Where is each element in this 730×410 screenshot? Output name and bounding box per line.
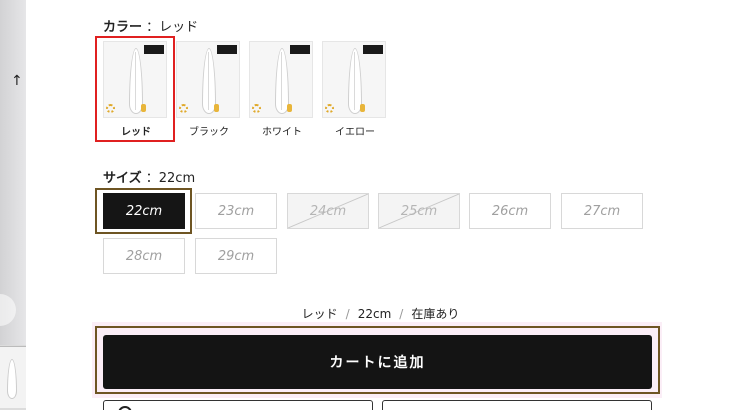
board-stringer xyxy=(354,52,355,110)
brand-logo xyxy=(217,45,237,54)
board-stringer xyxy=(208,52,209,110)
swatch-label: イエロー xyxy=(335,127,375,138)
color-swatch-yellow[interactable]: イエロー xyxy=(322,41,388,138)
color-label: カラー xyxy=(103,20,143,35)
board-stringer xyxy=(281,52,282,110)
fin-accent xyxy=(287,104,292,112)
secondary-action-button[interactable] xyxy=(103,400,373,410)
swatch-image xyxy=(322,41,386,118)
sun-logo-icon xyxy=(252,104,261,113)
color-selected-value: ：レッド xyxy=(146,20,199,35)
brand-logo xyxy=(290,45,310,54)
swatch-image xyxy=(103,41,167,118)
gallery-prev-arrow-icon[interactable]: ↑ xyxy=(11,74,23,88)
product-image-gallery[interactable]: ↑ xyxy=(0,0,26,410)
size-option-label: 25cm xyxy=(400,203,438,219)
summary-color: レッド xyxy=(301,307,338,321)
summary-size: 22cm xyxy=(357,307,392,321)
fin-accent xyxy=(360,104,365,112)
size-option-label: 26cm xyxy=(491,203,529,219)
selection-summary: レッド / 22cm / 在庫あり xyxy=(103,305,658,322)
color-swatch-black[interactable]: ブラック xyxy=(176,41,242,138)
sun-logo-icon xyxy=(325,104,334,113)
size-section-label: サイズ ：22cm xyxy=(103,167,195,186)
fin-accent xyxy=(214,104,219,112)
add-to-cart-label: カートに追加 xyxy=(329,355,426,371)
size-selected-value: ：22cm xyxy=(145,171,196,186)
color-section-label: カラー ：レッド xyxy=(103,16,198,35)
size-option-label: 24cm xyxy=(309,203,347,219)
swatch-image xyxy=(249,41,313,118)
size-option-label: 22cm xyxy=(125,203,163,219)
main-product-image xyxy=(0,0,26,345)
add-to-cart-button[interactable]: カートに追加 xyxy=(103,335,652,389)
secondary-action-button-2[interactable] xyxy=(382,400,652,410)
sun-logo-icon xyxy=(106,104,115,113)
board-stringer xyxy=(135,52,136,110)
swatch-image xyxy=(176,41,240,118)
surfboard-thumbnail-image xyxy=(7,359,17,399)
gallery-thumbnail[interactable] xyxy=(0,346,26,408)
size-option-label: 29cm xyxy=(217,248,255,264)
size-option-label: 28cm xyxy=(125,248,163,264)
circle-icon xyxy=(118,406,132,410)
size-option-label: 27cm xyxy=(583,203,621,219)
fin-accent xyxy=(141,104,146,112)
size-option-27cm[interactable]: 27cm xyxy=(561,193,643,229)
brand-logo xyxy=(144,45,164,54)
summary-stock-status: 在庫あり xyxy=(411,307,460,321)
sun-logo-icon xyxy=(179,104,188,113)
size-option-29cm[interactable]: 29cm xyxy=(195,238,277,274)
color-swatch-red[interactable]: レッド xyxy=(103,41,169,138)
size-label: サイズ xyxy=(103,171,142,186)
color-swatch-white[interactable]: ホワイト xyxy=(249,41,315,138)
brand-logo xyxy=(363,45,383,54)
size-option-22cm[interactable]: 22cm xyxy=(103,193,185,229)
size-option-label: 23cm xyxy=(217,203,255,219)
summary-separator: / xyxy=(399,307,404,321)
size-option-25cm[interactable]: 25cm xyxy=(378,193,460,229)
size-option-24cm[interactable]: 24cm xyxy=(287,193,369,229)
summary-separator: / xyxy=(345,307,350,321)
size-option-28cm[interactable]: 28cm xyxy=(103,238,185,274)
size-option-26cm[interactable]: 26cm xyxy=(469,193,551,229)
size-option-23cm[interactable]: 23cm xyxy=(195,193,277,229)
